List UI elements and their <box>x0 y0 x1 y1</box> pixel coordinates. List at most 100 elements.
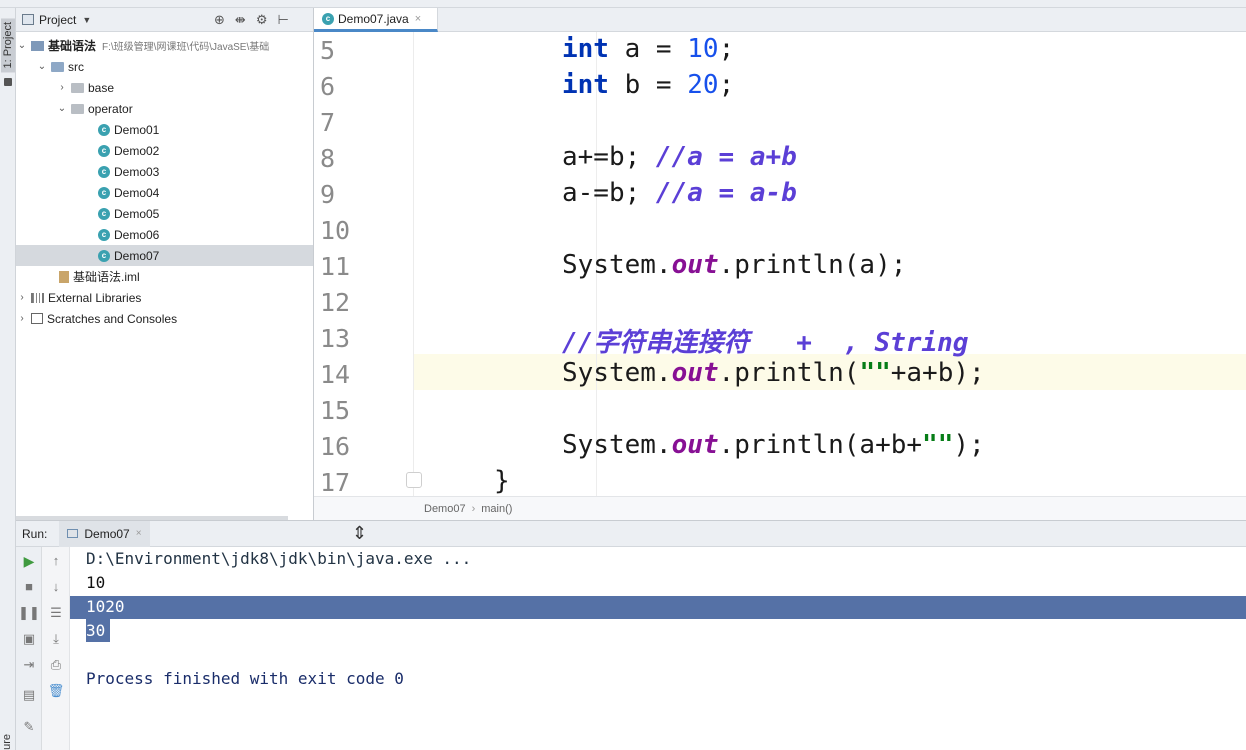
code-line-16: System.out.println(a+b+""); <box>562 430 985 460</box>
close-icon[interactable]: × <box>415 13 421 25</box>
tree-node-module[interactable]: ⌄ 基础语法 F:\班级管理\网课班\代码\JavaSE\基础 <box>16 35 313 56</box>
chevron-down-icon[interactable]: ⌄ <box>56 103 68 114</box>
tree-node-demo02[interactable]: c Demo02 <box>16 140 313 161</box>
tree-node-demo07[interactable]: c Demo07 <box>16 245 313 266</box>
pause-icon[interactable]: ❚❚ <box>16 605 42 621</box>
iml-file-icon <box>59 270 69 283</box>
tree-node-iml[interactable]: 基础语法.iml <box>16 266 313 287</box>
class-icon: c <box>98 186 110 199</box>
chevron-down-icon[interactable]: ▼ <box>82 15 91 25</box>
code-line-8: a+=b; //a = a+b <box>562 142 797 172</box>
print-icon[interactable]: ⎙ <box>42 657 70 673</box>
code-line-5: int a = 10; <box>562 34 735 64</box>
tree-node-scratches[interactable]: › Scratches and Consoles <box>16 308 313 329</box>
run-tab-demo07[interactable]: Demo07 × <box>59 520 150 547</box>
gear-icon[interactable]: ⚙ <box>256 12 268 28</box>
class-icon: c <box>98 207 110 220</box>
tree-node-base[interactable]: › base <box>16 77 313 98</box>
tree-node-demo04[interactable]: c Demo04 <box>16 182 313 203</box>
console-command-line: D:\Environment\jdk8\jdk\bin\java.exe ... <box>86 549 472 568</box>
tree-node-external-libraries[interactable]: › External Libraries <box>16 287 313 308</box>
chevron-down-icon[interactable]: ⌄ <box>16 40 28 51</box>
favorites-icon[interactable] <box>4 78 12 86</box>
line-number: 14 <box>320 360 351 389</box>
line-number: 10 <box>320 216 351 245</box>
tree-node-operator[interactable]: ⌄ operator <box>16 98 313 119</box>
trash-icon[interactable]: 🗑 <box>42 683 70 699</box>
scroll-to-end-icon[interactable]: ⤓ <box>42 631 70 647</box>
code-line-13: //字符串连接符 + , String <box>562 328 969 358</box>
scratch-icon <box>31 313 43 324</box>
dump-threads-icon[interactable]: ▣ <box>16 631 42 647</box>
folder-icon <box>51 61 64 72</box>
soft-wrap-icon[interactable]: ☰ <box>42 605 70 621</box>
tree-node-src[interactable]: ⌄ src <box>16 56 313 77</box>
line-number: 17 <box>320 468 351 497</box>
line-number: 13 <box>320 324 351 353</box>
line-number: 16 <box>320 432 351 461</box>
library-icon <box>31 292 44 303</box>
line-number: 11 <box>320 252 351 281</box>
tree-node-demo05[interactable]: c Demo05 <box>16 203 313 224</box>
line-number: 9 <box>320 180 336 209</box>
hide-icon[interactable]: ⊢ <box>277 12 288 28</box>
exit-icon[interactable]: ⇥ <box>16 657 42 673</box>
arrow-up-icon[interactable]: ↑ <box>42 553 70 568</box>
breadcrumb: Demo07 › main() <box>314 496 1246 520</box>
run-label: Run: <box>22 526 48 541</box>
chevron-right-icon[interactable]: › <box>16 292 28 303</box>
chevron-right-icon[interactable]: › <box>16 313 28 324</box>
project-view-icon <box>22 14 34 25</box>
chevron-down-icon[interactable]: ⌄ <box>36 61 48 72</box>
console-output-line: 30 <box>86 621 106 640</box>
layout-icon[interactable]: ▤ <box>16 687 42 703</box>
chevron-right-icon: › <box>471 502 476 515</box>
console-output[interactable]: D:\Environment\jdk8\jdk\bin\java.exe ...… <box>70 547 1246 750</box>
tool-window-strip: 1: Project ure <box>0 8 16 750</box>
tree-node-demo06[interactable]: c Demo06 <box>16 224 313 245</box>
project-panel-header: Project ▼ ⊕ ⇼ ⚙ ⊢ <box>16 8 313 32</box>
line-number: 12 <box>320 288 351 317</box>
code-line-9: a-=b; //a = a-b <box>562 178 797 208</box>
stop-icon[interactable]: ■ <box>16 579 42 594</box>
package-icon <box>71 82 84 93</box>
text-selection <box>70 596 1246 619</box>
run-header: Run: Demo07 × ⇕ <box>16 520 1246 547</box>
tab-demo07-java[interactable]: c Demo07.java × <box>314 8 438 32</box>
run-config-icon <box>67 529 79 538</box>
rerun-icon[interactable]: ▶ <box>16 553 42 570</box>
line-number: 8 <box>320 144 336 173</box>
collapse-icon[interactable]: ⇼ <box>235 12 246 28</box>
title-bar-strip <box>0 0 1246 8</box>
chevron-right-icon[interactable]: › <box>56 82 68 93</box>
close-icon[interactable]: × <box>136 528 142 539</box>
code-line-6: int b = 20; <box>562 70 735 100</box>
structure-tool-button[interactable]: ure <box>1 734 13 750</box>
run-toolbar-primary: ▶ ■ ❚❚ ▣ ⇥ ▤ ✎ <box>16 547 42 750</box>
class-icon: c <box>322 12 334 25</box>
editor-tab-bar: c Demo07.java × <box>314 8 1246 32</box>
console-finish-line: Process finished with exit code 0 <box>86 669 404 688</box>
tree-node-demo03[interactable]: c Demo03 <box>16 161 313 182</box>
locate-icon[interactable]: ⊕ <box>214 12 225 28</box>
class-icon: c <box>98 228 110 241</box>
code-line-14: System.out.println(""+a+b); <box>562 358 985 388</box>
class-icon: c <box>98 144 110 157</box>
code-area[interactable]: int a = 10; int b = 20; a+=b; //a = a+b … <box>414 32 1246 496</box>
console-output-line: 10 <box>86 573 106 592</box>
run-toolbar-secondary: ↑ ↓ ☰ ⤓ ⎙ 🗑 <box>42 547 70 750</box>
project-view-selector[interactable]: Project <box>39 13 76 27</box>
breadcrumb-class[interactable]: Demo07 <box>424 503 466 515</box>
code-editor: c Demo07.java × 5 6 7 8 9 10 11 12 13 14… <box>314 8 1246 520</box>
tree-node-demo01[interactable]: c Demo01 <box>16 119 313 140</box>
line-number: 7 <box>320 108 336 137</box>
project-tool-button[interactable]: 1: Project <box>1 18 15 73</box>
run-tool-window: Run: Demo07 × ⇕ ▶ ■ ❚❚ ▣ ⇥ ▤ ✎ ↑ ↓ ☰ ⤓ ⎙… <box>16 520 1246 750</box>
resize-cursor-icon: ⇕ <box>352 523 368 543</box>
code-line-11: System.out.println(a); <box>562 250 907 280</box>
line-number: 6 <box>320 72 336 101</box>
project-panel: Project ▼ ⊕ ⇼ ⚙ ⊢ ⌄ 基础语法 F:\班级管理\网课班\代码\… <box>16 8 314 520</box>
pin-icon[interactable]: ✎ <box>16 719 42 735</box>
breadcrumb-method[interactable]: main() <box>481 503 512 515</box>
arrow-down-icon[interactable]: ↓ <box>42 579 70 594</box>
